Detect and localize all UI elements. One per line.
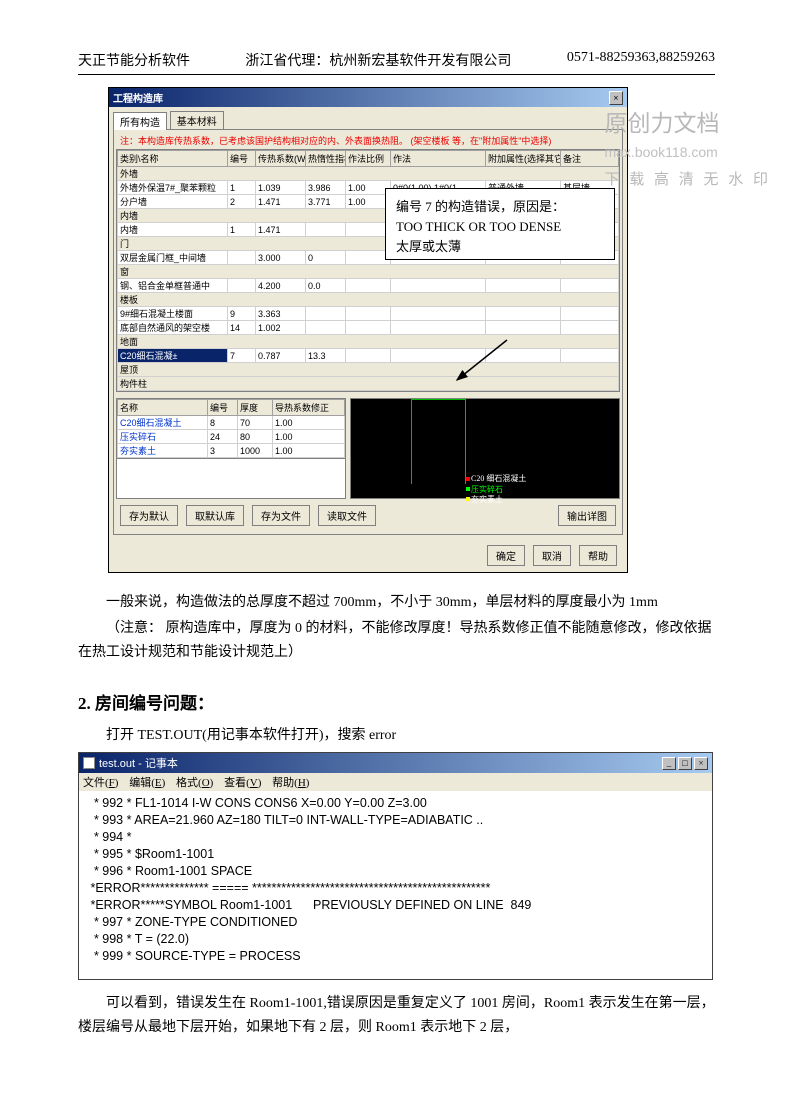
notepad-icon xyxy=(83,757,95,769)
error-callout: 编号 7 的构造错误，原因是： TOO THICK OR TOO DENSE 太… xyxy=(385,188,615,260)
notepad-menu[interactable]: 文件(F) 编辑(E) 格式(O) 查看(V) 帮助(H) xyxy=(79,773,712,791)
menu-format[interactable]: 格式(O) xyxy=(176,777,213,789)
menu-edit[interactable]: 编辑(E) xyxy=(129,777,165,789)
notepad-titlebar: test.out - 记事本 _ □ × xyxy=(79,753,712,773)
page-header: 天正节能分析软件 浙江省代理：杭州新宏基软件开发有限公司 0571-882593… xyxy=(78,50,715,75)
paragraph-1: 一般来说，构造做法的总厚度不超过 700mm，不小于 30mm，单层材料的厚度最… xyxy=(78,591,715,615)
table-row[interactable]: 窗 xyxy=(118,265,619,279)
callout-line2: TOO THICK OR TOO DENSE xyxy=(396,217,604,237)
table-row[interactable]: 夯实素土310001.00 xyxy=(118,444,345,458)
menu-view[interactable]: 查看(V) xyxy=(224,777,261,789)
paragraph-4: 可以看到，错误发生在 Room1-1001,错误原因是重复定义了 1001 房间… xyxy=(78,992,715,1040)
close-icon[interactable]: × xyxy=(609,91,623,105)
tab-all-constructions[interactable]: 所有构造 xyxy=(113,112,167,130)
detail-output-button[interactable]: 输出详图 xyxy=(558,505,616,526)
save-default-button[interactable]: 存为默认 xyxy=(120,505,178,526)
minimize-icon[interactable]: _ xyxy=(662,757,676,770)
table-row[interactable]: 钢、铝合金单框普通中4.2000.0 xyxy=(118,279,619,293)
table-row[interactable]: 压实碎石24801.00 xyxy=(118,430,345,444)
button-row-2: 确定 取消 帮助 xyxy=(109,539,627,572)
menu-file[interactable]: 文件(F) xyxy=(83,777,118,789)
table-row[interactable]: C20细石混凝±70.78713.3 xyxy=(118,349,619,363)
table-row[interactable]: 楼板 xyxy=(118,293,619,307)
dialog-title: 工程构造库 xyxy=(113,90,163,105)
table-header-row: 类别\名称 编号 传热系数(W/m2·K) 热惰性指标 作法比例 作法 附加属性… xyxy=(118,151,619,167)
load-default-button[interactable]: 取默认库 xyxy=(186,505,244,526)
table-row[interactable]: 底部自然通风的架空楼141.002 xyxy=(118,321,619,335)
table-row[interactable]: C20细石混凝土8701.00 xyxy=(118,416,345,430)
section-preview: C20 细石混凝土 压实碎石 夯实素土 xyxy=(350,398,620,499)
table-row[interactable]: 9#细石混凝土楼面93.363 xyxy=(118,307,619,321)
header-right: 0571-88259363,88259263 xyxy=(567,50,715,70)
warning-note: 注：本构造库传热系数，已考虑该国护结构相对应的内、外表面换热阻。 (架空楼板 等… xyxy=(116,132,620,149)
maximize-icon[interactable]: □ xyxy=(678,757,692,770)
tab-base-materials[interactable]: 基本材料 xyxy=(170,111,224,129)
header-left: 天正节能分析软件 xyxy=(78,50,190,70)
paragraph-2: （注意： 原构造库中，厚度为 0 的材料，不能修改厚度！导热系数修正值不能随意修… xyxy=(78,617,715,665)
notepad-window: test.out - 记事本 _ □ × 文件(F) 编辑(E) 格式(O) 查… xyxy=(78,752,713,980)
construction-table[interactable]: 类别\名称 编号 传热系数(W/m2·K) 热惰性指标 作法比例 作法 附加属性… xyxy=(117,150,619,391)
button-row-1: 存为默认 取默认库 存为文件 读取文件 输出详图 xyxy=(116,499,620,532)
table-row[interactable]: 地面 xyxy=(118,335,619,349)
paragraph-3: 打开 TEST.OUT(用记事本软件打开)，搜索 error xyxy=(78,724,715,748)
menu-help[interactable]: 帮助(H) xyxy=(272,777,309,789)
table-row[interactable]: 外墙 xyxy=(118,167,619,181)
callout-line1: 编号 7 的构造错误，原因是： xyxy=(396,197,604,217)
callout-line3: 太厚或太薄 xyxy=(396,237,604,257)
help-button[interactable]: 帮助 xyxy=(579,545,617,566)
cancel-button[interactable]: 取消 xyxy=(533,545,571,566)
notepad-content[interactable]: * 992 * FL1-1014 I-W CONS CONS6 X=0.00 Y… xyxy=(79,791,712,979)
material-layer-table[interactable]: 名称 编号 厚度 导热系数修正 C20细石混凝土8701.00压实碎石24801… xyxy=(117,399,345,458)
table-row[interactable]: 屋顶 xyxy=(118,363,619,377)
notepad-title: test.out - 记事本 xyxy=(99,755,178,771)
construction-lib-dialog: 工程构造库 × 所有构造 基本材料 注：本构造库传热系数，已考虑该国护结构相对应… xyxy=(108,87,628,573)
section-heading-2: 2. 房间编号问题： xyxy=(78,689,715,714)
callout-arrow-icon xyxy=(452,335,512,385)
close-icon[interactable]: × xyxy=(694,757,708,770)
table-row[interactable]: 构件柱 xyxy=(118,377,619,391)
dialog-titlebar: 工程构造库 × xyxy=(109,88,627,107)
tab-strip: 所有构造 基本材料 xyxy=(109,107,627,129)
header-center: 浙江省代理：杭州新宏基软件开发有限公司 xyxy=(190,50,567,70)
ok-button[interactable]: 确定 xyxy=(487,545,525,566)
save-file-button[interactable]: 存为文件 xyxy=(252,505,310,526)
load-file-button[interactable]: 读取文件 xyxy=(318,505,376,526)
